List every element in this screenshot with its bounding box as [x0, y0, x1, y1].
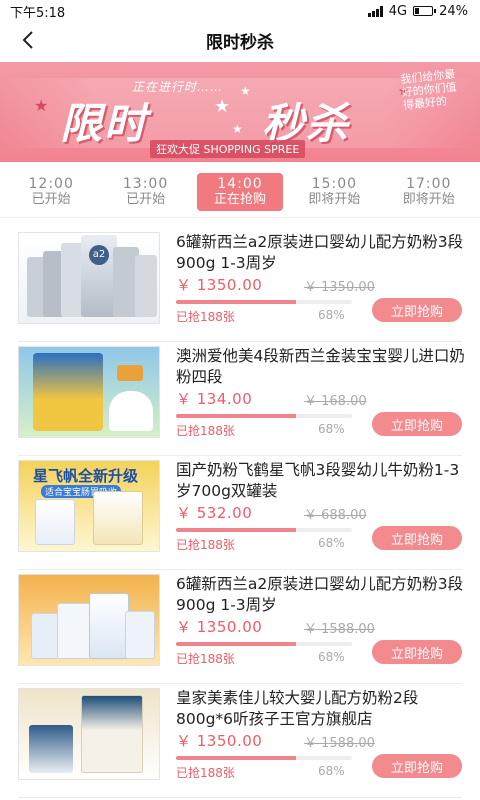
tab-time: 13:00	[122, 176, 169, 192]
status-time: 下午5:18	[10, 5, 66, 21]
original-price: ￥ 1588.00	[304, 736, 375, 751]
product-name: 6罐新西兰a2原装进口婴幼儿配方奶粉3段 900g 1-3周岁	[176, 233, 464, 272]
sale-price: ￥ 1350.00	[176, 732, 263, 750]
sold-count: 已抢188张	[176, 652, 235, 666]
sold-percent: 68%	[318, 764, 345, 778]
time-slot-tabs: 12:00 已开始 13:00 已开始 14:00 正在抢购 15:00 即将开…	[0, 170, 480, 214]
sold-count: 已抢188张	[176, 766, 235, 780]
network-type: 4G	[388, 3, 408, 19]
buy-now-button[interactable]: 立即抢购	[372, 412, 462, 436]
tab-status: 即将开始	[308, 192, 361, 207]
tab-status: 正在抢购	[213, 192, 266, 207]
tab-status: 即将开始	[402, 192, 455, 207]
sold-percent: 68%	[318, 650, 345, 664]
sale-price: ￥ 532.00	[176, 504, 253, 522]
buy-now-button[interactable]: 立即抢购	[372, 640, 462, 664]
original-price: ￥ 1588.00	[304, 622, 375, 637]
tab-14-00[interactable]: 14:00 正在抢购	[196, 173, 283, 211]
sold-percent: 68%	[318, 422, 345, 436]
star-icon: ★	[34, 96, 49, 115]
tab-15-00[interactable]: 15:00 即将开始	[291, 173, 377, 211]
product-item[interactable]: 星飞帆全新升级 适合宝宝肠胃吸收 国产奶粉飞鹤星飞帆3段婴幼儿牛奶粉1-3岁70…	[18, 456, 462, 570]
product-image[interactable]	[18, 688, 160, 780]
product-image[interactable]: a2	[18, 232, 160, 324]
signal-icon	[367, 5, 383, 17]
flash-sale-banner: ★ ★ ★ ★ ★ 正在进行时…… 限时 秒杀 狂欢大促 SHOPPING SP…	[0, 62, 480, 162]
nav-bar: 限时秒杀	[0, 22, 480, 58]
product-list: a2 6罐新西兰a2原装进口婴幼儿配方奶粉3段 900g 1-3周岁 ￥ 135…	[18, 228, 465, 798]
product-name: 6罐新西兰a2原装进口婴幼儿配方奶粉3段 900g 1-3周岁	[176, 575, 464, 614]
divider	[0, 217, 480, 218]
product-item[interactable]: a2 6罐新西兰a2原装进口婴幼儿配方奶粉3段 900g 1-3周岁 ￥ 135…	[18, 228, 463, 342]
page-title: 限时秒杀	[206, 32, 274, 53]
banner-side-text: 我们给你最好的你们值得最好的	[399, 67, 458, 113]
tab-13-00[interactable]: 13:00 已开始	[103, 173, 189, 211]
original-price: ￥ 688.00	[304, 508, 367, 523]
product-image[interactable]	[18, 346, 160, 438]
tab-12-00[interactable]: 12:00 已开始	[8, 173, 94, 211]
buy-now-button[interactable]: 立即抢购	[372, 754, 462, 778]
tab-17-00[interactable]: 17:00 即将开始	[386, 173, 472, 211]
original-price: ￥ 1350.00	[304, 280, 375, 295]
buy-now-button[interactable]: 立即抢购	[372, 298, 462, 322]
battery-percent: 24%	[439, 3, 468, 19]
tab-time: 14:00	[217, 176, 263, 192]
back-button[interactable]	[14, 26, 42, 54]
original-price: ￥ 168.00	[304, 394, 367, 409]
sale-price: ￥ 1350.00	[176, 618, 263, 636]
tab-time: 12:00	[28, 176, 74, 192]
sold-progress-bar	[176, 414, 352, 418]
buy-now-button[interactable]: 立即抢购	[372, 526, 462, 550]
sold-progress-bar	[176, 756, 352, 760]
sold-count: 已抢188张	[176, 538, 235, 552]
product-item[interactable]: 6罐新西兰a2原装进口婴幼儿配方奶粉3段 900g 1-3周岁 ￥ 1350.0…	[18, 570, 463, 684]
banner-headline-left: 限时	[60, 99, 149, 148]
tab-time: 15:00	[311, 176, 358, 192]
image-headline: 星飞帆全新升级	[33, 467, 139, 485]
sold-count: 已抢188张	[176, 310, 235, 324]
sold-count: 已抢188张	[176, 424, 235, 438]
product-item[interactable]: 皇家美素佳儿较大婴儿配方奶粉2段800g*6听孩子王官方旗舰店 ￥ 1350.0…	[18, 684, 462, 798]
product-image[interactable]: 星飞帆全新升级 适合宝宝肠胃吸收	[18, 460, 160, 552]
banner-caption: 狂欢大促 SHOPPING SPREE	[150, 140, 306, 158]
product-item[interactable]: 澳洲爱他美4段新西兰金装宝宝婴儿进口奶粉四段 ￥ 134.00 ￥ 168.00…	[18, 342, 465, 456]
sold-progress-bar	[176, 642, 352, 646]
star-icon: ★	[232, 122, 243, 136]
tab-time: 17:00	[406, 176, 452, 192]
star-icon: ★	[240, 84, 251, 98]
star-icon: ★	[214, 96, 231, 117]
status-bar: 下午5:18 4G 24%	[0, 0, 480, 22]
battery-icon	[413, 6, 437, 16]
sold-progress-bar	[176, 300, 352, 304]
tab-status: 已开始	[31, 192, 71, 207]
product-name: 国产奶粉飞鹤星飞帆3段婴幼儿牛奶粉1-3岁700g双罐装	[176, 461, 460, 500]
product-image[interactable]	[18, 574, 160, 666]
sale-price: ￥ 134.00	[176, 390, 253, 408]
product-name: 皇家美素佳儿较大婴儿配方奶粉2段800g*6听孩子王官方旗舰店	[176, 689, 419, 728]
sold-percent: 68%	[318, 536, 345, 550]
sale-price: ￥ 1350.00	[176, 276, 263, 294]
tab-status: 已开始	[126, 192, 166, 207]
sold-progress-bar	[176, 528, 352, 532]
sold-percent: 68%	[318, 308, 345, 322]
product-name: 澳洲爱他美4段新西兰金装宝宝婴儿进口奶粉四段	[176, 347, 465, 386]
status-indicators: 4G 24%	[367, 3, 468, 19]
back-arrow-icon	[22, 31, 33, 49]
